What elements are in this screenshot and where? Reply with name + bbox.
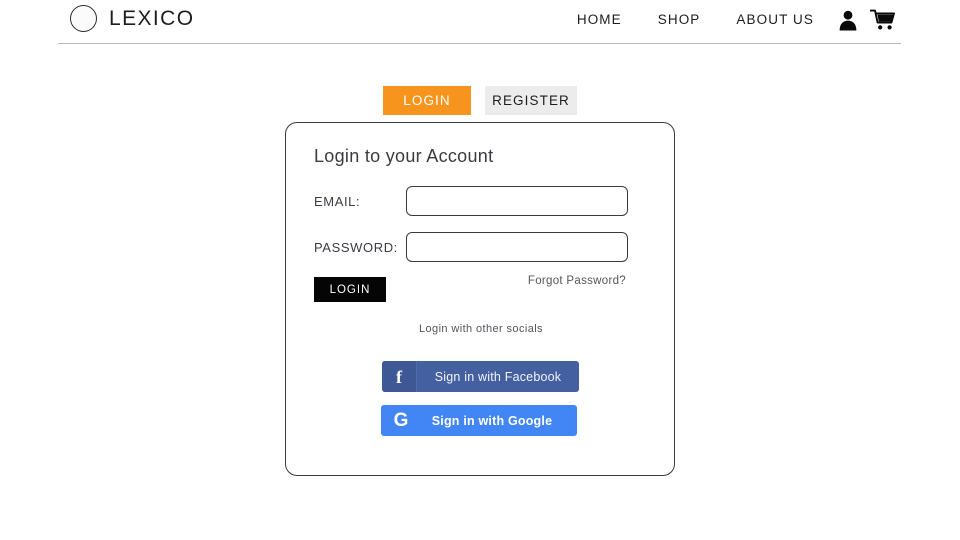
google-icon: G — [381, 405, 421, 436]
nav-item-about-us[interactable]: ABOUT US — [718, 8, 832, 32]
password-field-row: PASSWORD: — [314, 232, 648, 262]
google-glyph: G — [393, 410, 409, 431]
password-input[interactable] — [406, 232, 628, 262]
card-title: Login to your Account — [314, 146, 494, 166]
facebook-glyph: f — [396, 366, 402, 387]
facebook-icon: f — [382, 361, 417, 392]
google-signin-button[interactable]: G Sign in with Google — [381, 405, 577, 436]
tab-login[interactable]: LOGIN — [383, 86, 471, 115]
password-label: PASSWORD: — [314, 239, 398, 255]
nav-item-shop[interactable]: SHOP — [640, 8, 719, 32]
site-header: LEXICO HOME SHOP ABOUT US — [0, 0, 960, 44]
email-field-row: EMAIL: — [314, 186, 648, 216]
facebook-signin-button[interactable]: f Sign in with Facebook — [382, 361, 579, 392]
circle-logo-icon — [70, 5, 97, 32]
main-navigation: HOME SHOP ABOUT US — [559, 8, 902, 32]
email-input[interactable] — [406, 186, 628, 216]
login-card: Login to your Account EMAIL: PASSWORD: L… — [285, 122, 675, 476]
google-button-label: Sign in with Google — [431, 413, 553, 428]
user-icon[interactable] — [832, 9, 864, 31]
header-divider — [58, 43, 901, 44]
nav-item-home[interactable]: HOME — [559, 8, 640, 32]
shopping-cart-icon[interactable] — [864, 9, 902, 31]
facebook-button-label: Sign in with Facebook — [434, 369, 562, 384]
email-label: EMAIL: — [314, 193, 361, 209]
brand-name: LEXICO — [109, 6, 195, 30]
socials-label: Login with other socials — [419, 323, 543, 335]
tab-register[interactable]: REGISTER — [485, 86, 577, 115]
auth-tabs: LOGIN REGISTER — [0, 86, 960, 115]
forgot-password-link[interactable]: Forgot Password? — [528, 275, 626, 287]
brand-logo[interactable]: LEXICO — [70, 5, 194, 32]
login-submit-button[interactable]: LOGIN — [314, 277, 386, 302]
